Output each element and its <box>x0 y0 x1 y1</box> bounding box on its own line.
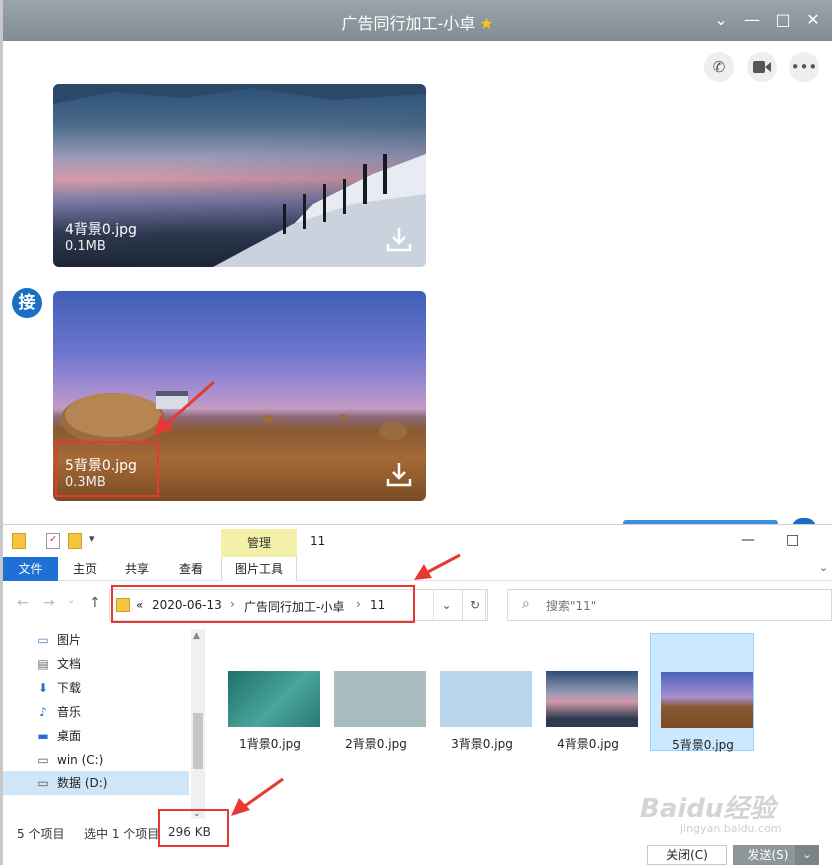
item-count: 5 个项目 <box>17 827 65 841</box>
highlight-box-filename <box>55 441 159 497</box>
baidu-watermark-url: jingyan.baidu.com <box>680 822 782 835</box>
pictures-icon: ▭ <box>37 633 49 647</box>
tab-view[interactable]: 查看 <box>173 557 209 581</box>
up-arrow-icon[interactable]: ↑ <box>89 595 101 611</box>
file-thumbnail <box>546 671 638 727</box>
minimize-icon[interactable]: — <box>741 532 755 548</box>
search-input[interactable] <box>546 596 816 616</box>
search-box[interactable]: ⌕ <box>507 589 832 621</box>
chat-title-text: 广告同行加工-小卓 <box>341 14 476 33</box>
maximize-icon[interactable]: □ <box>773 10 793 30</box>
nav-item-drive-c[interactable]: ▭ win (C:) <box>35 749 103 771</box>
image-filename: 4背景0.jpg <box>65 222 137 238</box>
refresh-icon[interactable]: ↻ <box>462 589 488 621</box>
file-item-3[interactable]: 3背景0.jpg <box>430 633 534 751</box>
selected-count: 选中 1 个项目 <box>84 827 160 841</box>
forward-arrow-icon[interactable]: → <box>43 595 55 611</box>
manage-tab[interactable]: 管理 <box>221 529 297 557</box>
file-label: 1背景0.jpg <box>239 737 301 751</box>
nav-item-drive-d[interactable]: ▭ 数据 (D:) <box>35 772 107 794</box>
tab-home[interactable]: 主页 <box>67 557 103 581</box>
drive-icon: ▭ <box>37 753 49 767</box>
highlight-box-address <box>111 585 415 623</box>
file-thumbnail <box>228 671 320 727</box>
maximize-icon[interactable]: □ <box>786 532 799 548</box>
annotation-arrow <box>231 777 284 816</box>
download-icon: ⬇ <box>37 681 49 695</box>
download-icon[interactable] <box>386 226 412 252</box>
documents-icon: ▤ <box>37 657 49 671</box>
chat-titlebar: 广告同行加工-小卓 ★ ⌄ — □ ✕ <box>3 0 832 41</box>
back-arrow-icon[interactable]: ← <box>17 595 29 611</box>
landscape-photo <box>53 84 426 267</box>
tab-file[interactable]: 文件 <box>3 557 58 581</box>
scrollbar-thumb[interactable] <box>193 713 203 769</box>
nav-item-desktop[interactable]: ▬ 桌面 <box>35 725 81 747</box>
music-icon: ♪ <box>39 705 47 719</box>
folder-icon[interactable] <box>12 533 26 549</box>
file-item-5[interactable]: 5背景0.jpg <box>650 633 754 752</box>
annotation-arrow <box>414 553 461 580</box>
properties-icon[interactable]: ✓ <box>46 533 60 549</box>
file-thumbnail <box>661 672 753 728</box>
nav-item-pictures[interactable]: ▭ 图片 <box>35 629 81 651</box>
image-filesize: 0.1MB <box>65 239 106 254</box>
file-label: 4背景0.jpg <box>557 737 619 751</box>
file-item-1[interactable]: 1背景0.jpg <box>218 633 322 751</box>
nav-item-downloads[interactable]: ⬇ 下载 <box>35 677 81 699</box>
navigation-pane: ▭ 图片 ▤ 文档 ⬇ 下载 ♪ 音乐 ▬ 桌面 ▭ win (C:) ▭ 数据 (D:) <box>3 629 191 819</box>
file-label: 5背景0.jpg <box>672 738 734 752</box>
file-item-2[interactable]: 2背景0.jpg <box>324 633 428 751</box>
search-icon: ⌕ <box>522 596 530 612</box>
more-icon: ••• <box>790 58 818 76</box>
avatar[interactable]: 接 <box>12 288 42 318</box>
nav-item-music[interactable]: ♪ 音乐 <box>35 701 81 723</box>
file-label: 3背景0.jpg <box>451 737 513 751</box>
video-call-button[interactable] <box>747 52 777 82</box>
baidu-watermark: Baidu经验 <box>640 794 776 824</box>
tab-picture-tools[interactable]: 图片工具 <box>221 557 297 581</box>
folder-title: 11 <box>310 534 326 548</box>
tab-share[interactable]: 共享 <box>119 557 155 581</box>
desktop-icon: ▬ <box>37 729 49 743</box>
new-folder-icon[interactable] <box>68 533 82 549</box>
nav-item-documents[interactable]: ▤ 文档 <box>35 653 81 675</box>
chevron-down-icon[interactable]: ⌄ <box>711 10 731 30</box>
file-item-4[interactable]: 4背景0.jpg <box>536 633 640 751</box>
file-thumbnail <box>440 671 532 727</box>
star-icon: ★ <box>479 14 494 33</box>
drive-icon: ▭ <box>37 776 49 790</box>
nav-scrollbar[interactable]: ▲ ⌄ <box>191 629 205 819</box>
file-thumbnail-grid: 1背景0.jpg 2背景0.jpg 3背景0.jpg 4背景0.jpg 5背景0… <box>218 633 778 753</box>
recent-dropdown-icon[interactable]: ⌄ <box>67 595 75 606</box>
phone-call-button[interactable]: ✆ <box>704 52 734 82</box>
highlight-box-size <box>158 809 229 847</box>
phone-icon: ✆ <box>712 58 726 76</box>
close-icon[interactable]: ✕ <box>803 10 823 30</box>
send-options-chevron-icon[interactable]: ⌄ <box>795 845 819 865</box>
download-icon[interactable] <box>386 461 412 487</box>
scroll-up-icon[interactable]: ▲ <box>193 631 200 641</box>
chat-title: 广告同行加工-小卓 ★ <box>3 10 832 34</box>
address-dropdown-icon[interactable]: ⌄ <box>433 589 459 621</box>
video-icon <box>753 61 771 73</box>
more-options-button[interactable]: ••• <box>789 52 819 82</box>
close-button[interactable]: 关闭(C) <box>647 845 727 865</box>
file-thumbnail <box>334 671 426 727</box>
file-label: 2背景0.jpg <box>345 737 407 751</box>
customize-toolbar-icon[interactable]: ▾ <box>89 532 95 545</box>
ribbon-expand-icon[interactable]: ⌄ <box>819 561 828 574</box>
minimize-icon[interactable]: — <box>742 10 762 30</box>
annotation-arrow <box>154 380 215 436</box>
image-message-4[interactable]: 4背景0.jpg 0.1MB <box>53 84 426 267</box>
send-button[interactable]: 发送(S) <box>733 845 803 865</box>
